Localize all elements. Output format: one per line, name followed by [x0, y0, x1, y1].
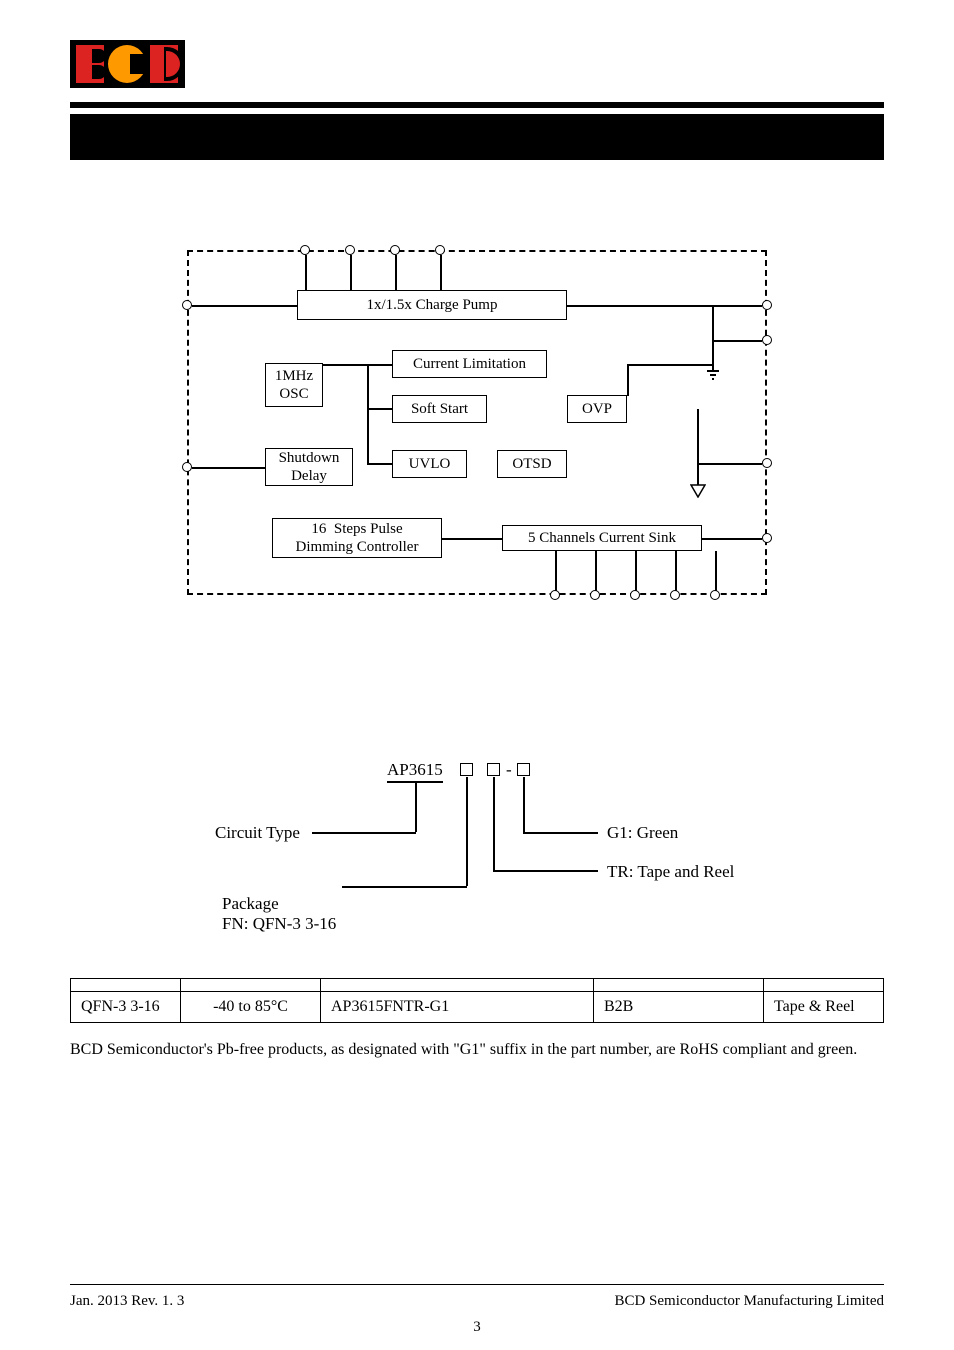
logo	[70, 40, 185, 88]
table-row: QFN-3 3-16 -40 to 85°C AP3615FNTR-G1 B2B…	[71, 992, 884, 1023]
box-charge-pump: 1x/1.5x Charge Pump	[297, 290, 567, 320]
header-blackbar	[70, 114, 884, 158]
block-diagram: 1x/1.5x Charge Pump 1MHz OSC Current Lim…	[167, 250, 787, 610]
col-package	[71, 979, 181, 992]
label-circuit-type: Circuit Type	[215, 823, 300, 843]
logo-letter-d	[150, 45, 178, 83]
ordering-table: QFN-3 3-16 -40 to 85°C AP3615FNTR-G1 B2B…	[70, 978, 884, 1023]
col-marking	[594, 979, 764, 992]
label-tr: TR: Tape and Reel	[607, 862, 734, 882]
box-soft-start: Soft Start	[392, 395, 487, 423]
footer-right: BCD Semiconductor Manufacturing Limited	[614, 1293, 884, 1310]
logo-letter-c	[108, 45, 146, 83]
label-package: Package	[222, 894, 279, 914]
page-number: 3	[0, 1319, 954, 1336]
footer: Jan. 2013 Rev. 1. 3 BCD Semiconductor Ma…	[70, 1284, 884, 1311]
col-shipping	[764, 979, 884, 992]
box-current-limit: Current Limitation	[392, 350, 547, 378]
box-current-sink: 5 Channels Current Sink	[502, 525, 702, 551]
col-temp	[181, 979, 321, 992]
rohs-note: BCD Semiconductor's Pb-free products, as…	[70, 1039, 884, 1061]
box-dimming: 16 Steps Pulse Dimming Controller	[272, 518, 442, 558]
box-ovp: OVP	[567, 395, 627, 423]
cell-package: QFN-3 3-16	[71, 992, 181, 1023]
cell-partnum: AP3615FNTR-G1	[321, 992, 594, 1023]
header-rule-thin	[70, 158, 884, 160]
col-partnum	[321, 979, 594, 992]
box-uvlo: UVLO	[392, 450, 467, 478]
box-otsd: OTSD	[497, 450, 567, 478]
cell-marking: B2B	[594, 992, 764, 1023]
ordering-diagram: AP3615 - Circuit Type Package FN: QFN-3 …	[197, 760, 757, 950]
box-osc: 1MHz OSC	[265, 363, 323, 407]
header-rule	[70, 102, 884, 108]
footer-left: Jan. 2013 Rev. 1. 3	[70, 1293, 184, 1310]
part-prefix: AP3615	[387, 760, 443, 780]
label-package-code: FN: QFN-3 3-16	[222, 914, 336, 934]
box-shutdown: Shutdown Delay	[265, 448, 353, 486]
cell-temp: -40 to 85°C	[181, 992, 321, 1023]
table-header-row	[71, 979, 884, 992]
label-g1: G1: Green	[607, 823, 678, 843]
cell-shipping: Tape & Reel	[764, 992, 884, 1023]
logo-letter-b	[76, 45, 104, 83]
